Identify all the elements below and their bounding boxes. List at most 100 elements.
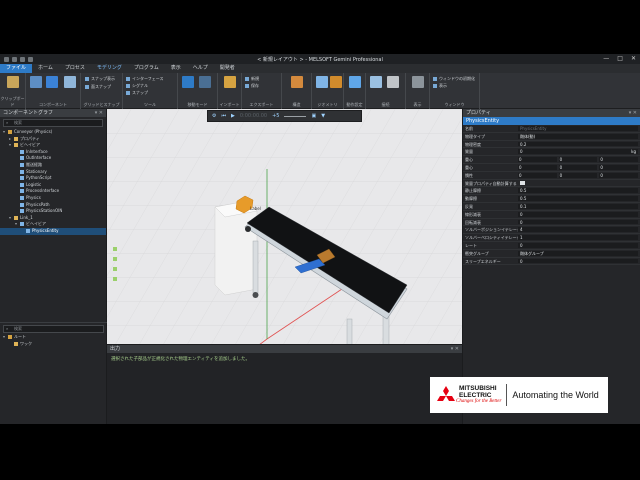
node-icon [20, 189, 24, 194]
minimize-icon[interactable]: — [603, 55, 609, 62]
property-value-field[interactable]: 0 [518, 219, 638, 225]
menu-modeling[interactable]: モデリング [91, 64, 128, 73]
select-icon[interactable] [30, 76, 42, 88]
property-vector-field[interactable]: 0 [558, 157, 598, 162]
new-button[interactable]: 新規 [245, 76, 259, 82]
play-icon[interactable]: ▶ [231, 113, 235, 119]
menu-process[interactable]: プロセス [59, 64, 91, 73]
tree-item[interactable]: ▾ ルート [0, 334, 107, 341]
property-vector-field[interactable]: 0 [518, 157, 557, 162]
property-value-field[interactable]: 1 [518, 235, 638, 240]
bottom-search-input[interactable]: ⌕ 検索 [3, 325, 104, 333]
tree-item[interactable]: OutInterface [0, 155, 106, 162]
tree-item[interactable]: 搬送経路 [0, 162, 106, 169]
tree-item[interactable]: PhysicsStationOIN [0, 208, 106, 215]
letterbox-bottom [0, 424, 640, 480]
wizard-icon[interactable] [387, 76, 399, 88]
group-label: ツール [144, 102, 156, 107]
child-icon[interactable] [291, 76, 303, 88]
search-input[interactable]: ⌕ 検索 [3, 119, 103, 127]
property-value-field[interactable]: 4 [518, 227, 638, 233]
tree-item[interactable]: PhysicsEntity [0, 227, 106, 235]
menu-developer[interactable]: 開発者 [214, 64, 241, 73]
property-value-field[interactable]: 0.5 [518, 188, 638, 194]
interface-button[interactable]: インターフェース [126, 76, 164, 82]
speed-slider[interactable] [284, 115, 307, 117]
sim-speed[interactable]: +5 [272, 113, 279, 119]
menu-home[interactable]: ホーム [32, 64, 59, 73]
group-label: クリップボード [0, 96, 25, 107]
local-icon[interactable] [182, 76, 194, 88]
tree-item[interactable]: Stationary [0, 169, 106, 176]
pin-icon[interactable]: ▾ ✕ [95, 109, 103, 117]
property-value-field[interactable]: 0 [518, 258, 638, 264]
move-icon[interactable] [46, 76, 58, 88]
tree-item[interactable]: PhysicsPath [0, 202, 106, 209]
tree-item[interactable]: InInterface [0, 149, 106, 156]
tree-item[interactable]: PythonScript [0, 175, 106, 182]
property-vector-field[interactable]: 0 [599, 164, 638, 170]
pin-icon[interactable]: ▾ ✕ [629, 109, 637, 117]
joint-icon[interactable] [330, 76, 342, 88]
camera-icon[interactable]: ▣ [311, 113, 316, 119]
property-label: 静止摩擦 [465, 188, 481, 194]
property-value-field[interactable]: 0 [518, 242, 638, 248]
tree-item[interactable]: ▾ ビヘイビア [0, 221, 106, 228]
component-move-icon[interactable] [199, 76, 211, 88]
tree-item[interactable]: Physics [0, 195, 106, 202]
property-value: 0.5 [520, 188, 527, 194]
property-label: 衝突グループ [465, 250, 489, 256]
property-vector-field[interactable]: 0 [599, 157, 638, 162]
tree-item[interactable]: ワック [0, 341, 107, 348]
tree-item[interactable]: Logistic [0, 182, 106, 189]
tree-item-label: 搬送経路 [26, 161, 42, 167]
reset-icon[interactable]: ⏮ [221, 113, 226, 119]
property-vector-field[interactable]: 0 [558, 164, 598, 170]
property-value-field[interactable]: 剛体(動) [518, 133, 638, 139]
menu-help[interactable]: ヘルプ [187, 64, 214, 73]
property-vector-field[interactable]: 0 [558, 172, 598, 178]
tree-item[interactable]: ProcessInterface [0, 188, 106, 195]
auto-calc-checkbox[interactable] [520, 181, 525, 186]
menu-file[interactable]: ファイル [0, 64, 33, 73]
menu-view[interactable]: 表示 [165, 64, 187, 73]
property-value-field[interactable]: 0.1 [518, 203, 638, 209]
snap-display-checkbox[interactable]: スナップ表示 [85, 76, 115, 82]
tree-item[interactable]: ▾ ビヘイビア [0, 142, 106, 149]
snap-button[interactable]: スナップ [126, 90, 148, 96]
menu-program[interactable]: プログラム [128, 64, 165, 73]
interface-icon[interactable] [64, 76, 76, 88]
property-value-field[interactable]: 剛体グループ [518, 250, 638, 256]
property-value: 1 [520, 235, 523, 240]
property-value-field[interactable]: 0 [518, 211, 638, 217]
tree-item[interactable]: ▾ Conveyor (Physics) [0, 129, 106, 136]
property-value-field[interactable]: 0.2 [518, 141, 638, 147]
property-vector-field[interactable]: 0 [518, 172, 557, 178]
paste-icon[interactable] [7, 76, 19, 88]
import-icon[interactable] [224, 76, 236, 88]
property-label: 反発 [465, 203, 473, 209]
filter-icon[interactable]: ▼ [321, 113, 325, 119]
feature-icon[interactable] [316, 76, 328, 88]
display-icon[interactable] [412, 76, 424, 88]
tree-item[interactable]: ▸ プロパティ [0, 136, 106, 143]
property-value-field[interactable]: 0.5 [518, 196, 638, 201]
settings-icon[interactable]: ⚙ [212, 113, 216, 119]
pin-icon[interactable]: ▾ ✕ [451, 345, 459, 353]
property-value-field[interactable]: 0 kg [518, 149, 638, 155]
property-vector-field[interactable]: 0 [599, 172, 638, 178]
window-reset-button[interactable]: ウィンドウの初期化 [433, 76, 475, 82]
save-button[interactable]: 保存 [245, 83, 259, 89]
behavior-icon[interactable] [349, 76, 361, 88]
maximize-icon[interactable]: □ [617, 55, 623, 62]
face-snap-checkbox[interactable]: 面スナップ [85, 84, 111, 90]
display-button[interactable]: 表示 [433, 83, 447, 89]
property-vector-field[interactable]: 0 [518, 164, 557, 170]
signal-button[interactable]: シグナル [126, 83, 148, 89]
tree-item[interactable]: ▾ Link_1 [0, 215, 106, 222]
app-window: < 新規レイアウト > - MELSOFT Gemini Professiona… [0, 54, 640, 424]
tree-item-label: Stationary [26, 168, 47, 174]
property-icon[interactable] [370, 76, 382, 88]
property-label: レート [465, 242, 477, 248]
close-icon[interactable]: ✕ [631, 55, 636, 62]
